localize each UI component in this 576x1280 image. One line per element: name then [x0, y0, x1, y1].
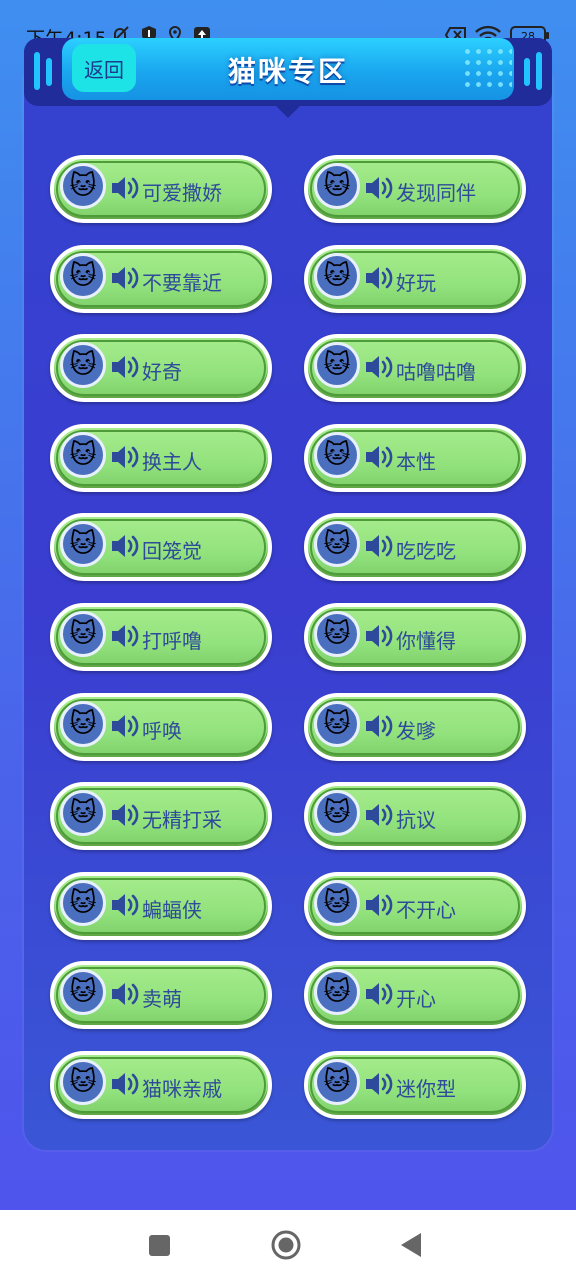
cat-face-icon: 🐱: [314, 521, 360, 567]
cat-face-icon: 🐱: [60, 880, 106, 926]
cat-face-icon: 🐱: [60, 969, 106, 1015]
sound-label: 抗议: [396, 808, 436, 832]
back-button[interactable]: 返回: [72, 44, 136, 92]
sound-button[interactable]: 🐱 打呼噜: [50, 603, 272, 671]
cat-face-icon: 🐱: [314, 701, 360, 747]
speaker-icon: [110, 981, 140, 1007]
speaker-icon: [110, 1071, 140, 1097]
sound-button[interactable]: 🐱 无精打采: [50, 782, 272, 850]
sound-label: 迷你型: [396, 1077, 456, 1101]
sound-label: 好奇: [142, 360, 182, 384]
sound-label: 卖萌: [142, 987, 182, 1011]
sound-button[interactable]: 🐱 开心: [304, 961, 526, 1029]
sound-button[interactable]: 🐱 咕噜咕噜: [304, 334, 526, 402]
speaker-icon: [364, 1071, 394, 1097]
sound-button[interactable]: 🐱 可爱撒娇: [50, 155, 272, 223]
sound-button[interactable]: 🐱 猫咪亲戚: [50, 1051, 272, 1119]
sound-label: 猫咪亲戚: [142, 1077, 222, 1101]
home-icon[interactable]: [271, 1230, 301, 1260]
speaker-icon: [364, 892, 394, 918]
sound-label: 你懂得: [396, 629, 456, 653]
sound-button[interactable]: 🐱 抗议: [304, 782, 526, 850]
sound-label: 蝙蝠侠: [142, 898, 202, 922]
speaker-icon: [364, 354, 394, 380]
speaker-icon: [364, 623, 394, 649]
sound-button[interactable]: 🐱 好玩: [304, 245, 526, 313]
speaker-icon: [110, 802, 140, 828]
speaker-icon: [364, 175, 394, 201]
sound-button[interactable]: 🐱 发现同伴: [304, 155, 526, 223]
speaker-icon: [364, 444, 394, 470]
sound-label: 无精打采: [142, 808, 222, 832]
cat-face-icon: 🐱: [60, 432, 106, 478]
sound-button[interactable]: 🐱 好奇: [50, 334, 272, 402]
sound-button[interactable]: 🐱 不要靠近: [50, 245, 272, 313]
sound-label: 回笼觉: [142, 539, 202, 563]
sound-button[interactable]: 🐱 吃吃吃: [304, 513, 526, 581]
sound-label: 本性: [396, 450, 436, 474]
speaker-icon: [364, 981, 394, 1007]
speaker-icon: [364, 533, 394, 559]
speaker-icon: [364, 713, 394, 739]
sound-button[interactable]: 🐱 回笼觉: [50, 513, 272, 581]
cat-face-icon: 🐱: [60, 163, 106, 209]
cat-face-icon: 🐱: [314, 342, 360, 388]
sound-label: 不开心: [396, 898, 456, 922]
sound-button[interactable]: 🐱 本性: [304, 424, 526, 492]
sound-label: 换主人: [142, 450, 202, 474]
sound-button[interactable]: 🐱 你懂得: [304, 603, 526, 671]
speaker-icon: [364, 802, 394, 828]
cat-face-icon: 🐱: [314, 611, 360, 657]
sound-button[interactable]: 🐱 蝙蝠侠: [50, 872, 272, 940]
sound-button[interactable]: 🐱 换主人: [50, 424, 272, 492]
sound-label: 开心: [396, 987, 436, 1011]
speaker-icon: [110, 623, 140, 649]
cat-face-icon: 🐱: [314, 790, 360, 836]
cat-face-icon: 🐱: [314, 880, 360, 926]
cat-face-icon: 🐱: [314, 163, 360, 209]
sound-label: 发嗲: [396, 719, 436, 743]
cat-face-icon: 🐱: [60, 701, 106, 747]
cat-face-icon: 🐱: [314, 1059, 360, 1105]
sound-label: 呼唤: [142, 719, 182, 743]
sound-button[interactable]: 🐱 呼唤: [50, 693, 272, 761]
sound-label: 吃吃吃: [396, 539, 456, 563]
speaker-icon: [110, 713, 140, 739]
sound-label: 可爱撒娇: [142, 181, 222, 205]
speaker-icon: [110, 175, 140, 201]
speaker-icon: [110, 265, 140, 291]
speaker-icon: [110, 354, 140, 380]
cat-face-icon: 🐱: [60, 521, 106, 567]
speaker-icon: [110, 533, 140, 559]
speaker-icon: [110, 444, 140, 470]
cat-face-icon: 🐱: [314, 969, 360, 1015]
cat-face-icon: 🐱: [60, 790, 106, 836]
sound-label: 好玩: [396, 271, 436, 295]
sound-label: 打呼噜: [142, 629, 202, 653]
sound-label: 发现同伴: [396, 181, 476, 205]
back-icon[interactable]: [400, 1232, 422, 1258]
recent-apps-icon[interactable]: [149, 1235, 170, 1256]
speaker-icon: [364, 265, 394, 291]
sound-button[interactable]: 🐱 不开心: [304, 872, 526, 940]
header-notch: [270, 100, 306, 118]
cat-face-icon: 🐱: [60, 253, 106, 299]
sound-button[interactable]: 🐱 迷你型: [304, 1051, 526, 1119]
sound-label: 不要靠近: [142, 271, 222, 295]
cat-face-icon: 🐱: [60, 611, 106, 657]
cat-face-icon: 🐱: [60, 1059, 106, 1105]
sound-button[interactable]: 🐱 卖萌: [50, 961, 272, 1029]
cat-face-icon: 🐱: [314, 253, 360, 299]
sound-button[interactable]: 🐱 发嗲: [304, 693, 526, 761]
cat-face-icon: 🐱: [60, 342, 106, 388]
cat-face-icon: 🐱: [314, 432, 360, 478]
sound-label: 咕噜咕噜: [396, 360, 476, 384]
speaker-icon: [110, 892, 140, 918]
